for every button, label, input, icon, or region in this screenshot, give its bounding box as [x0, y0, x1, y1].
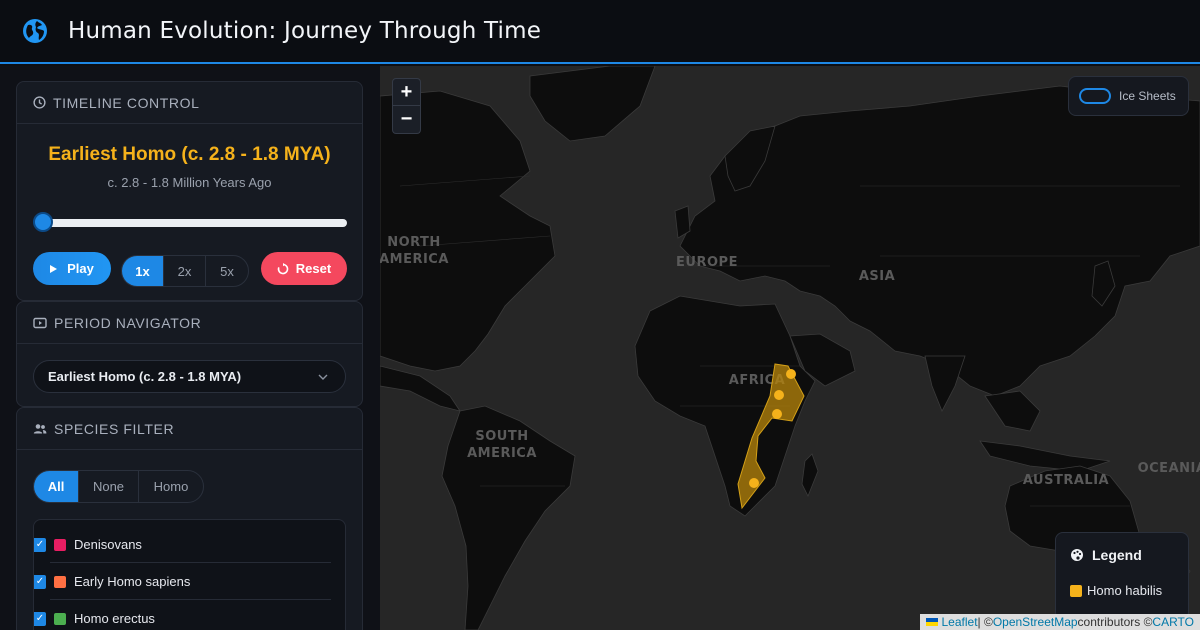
- attribution-sep: | ©: [977, 615, 993, 629]
- filter-none-button[interactable]: None: [79, 471, 139, 502]
- timeline-control-header: Timeline Control: [17, 82, 362, 124]
- toggle-switch[interactable]: [1079, 88, 1111, 104]
- speed-5x-button[interactable]: 5x: [206, 256, 248, 286]
- zoom-control: + −: [392, 78, 421, 134]
- legend-title-row: Legend: [1070, 547, 1174, 563]
- species-color-swatch: [54, 575, 66, 588]
- period-navigator-title: Period Navigator: [54, 314, 202, 331]
- species-item-denisovans[interactable]: ✓ Denisovans: [34, 526, 345, 563]
- species-item-homo-erectus[interactable]: ✓ Homo erectus: [34, 600, 345, 630]
- speed-1x-button[interactable]: 1x: [122, 256, 164, 286]
- fossil-site-marker[interactable]: [772, 409, 782, 419]
- period-navigator-panel: Period Navigator Earliest Homo (c. 2.8 -…: [16, 301, 363, 407]
- osm-link[interactable]: OpenStreetMap: [993, 615, 1078, 629]
- legend-title: Legend: [1092, 547, 1142, 563]
- species-label: Early Homo sapiens: [74, 574, 191, 589]
- species-filter-title: Species Filter: [54, 420, 175, 437]
- period-navigator-header: Period Navigator: [17, 302, 362, 344]
- checkbox-checked[interactable]: ✓: [34, 537, 46, 552]
- period-select[interactable]: Earliest Homo (c. 2.8 - 1.8 MYA): [33, 360, 346, 393]
- carto-link[interactable]: CARTO: [1152, 615, 1194, 629]
- species-filter-panel: Species Filter All None Homo ✓ Denisovan…: [16, 407, 363, 630]
- leaflet-link[interactable]: Leaflet: [942, 615, 978, 629]
- ukraine-flag-icon: [925, 618, 938, 626]
- attribution-contrib: contributors ©: [1077, 615, 1153, 629]
- species-quick-filter: All None Homo: [33, 470, 204, 503]
- timeline-control-title: Timeline Control: [53, 94, 200, 111]
- play-button[interactable]: Play: [33, 252, 111, 285]
- map-legend: Legend Homo habilis: [1055, 532, 1189, 620]
- play-icon: [50, 264, 58, 273]
- zoom-in-button[interactable]: +: [392, 78, 421, 106]
- speed-selector: 1x 2x 5x: [121, 255, 249, 287]
- users-icon: [33, 423, 47, 433]
- clock-icon: [33, 96, 46, 109]
- map-attribution: Leaflet | © OpenStreetMap contributors ©…: [919, 614, 1200, 630]
- slider-thumb[interactable]: [33, 212, 53, 232]
- fossil-site-marker[interactable]: [786, 369, 796, 379]
- palette-icon: [1071, 549, 1083, 561]
- species-label: Denisovans: [74, 537, 142, 552]
- legend-swatch: [1070, 584, 1082, 597]
- timeline-control-panel: Timeline Control Earliest Homo (c. 2.8 -…: [16, 81, 363, 301]
- fossil-site-marker[interactable]: [774, 390, 784, 400]
- species-filter-header: Species Filter: [17, 408, 362, 450]
- species-list: ✓ Denisovans ✓ Early Homo sapiens ✓ Homo…: [33, 519, 346, 630]
- globe-icon: [23, 19, 47, 43]
- checkbox-checked[interactable]: ✓: [34, 574, 46, 589]
- play-label: Play: [67, 261, 94, 276]
- species-color-swatch: [54, 538, 66, 551]
- film-icon: [33, 317, 47, 328]
- reset-label: Reset: [295, 261, 332, 276]
- period-subtitle: c. 2.8 - 1.8 Million Years Ago: [107, 175, 272, 190]
- reset-button[interactable]: Reset: [261, 252, 347, 285]
- speed-2x-button[interactable]: 2x: [164, 256, 206, 286]
- chevron-down-icon: [318, 374, 328, 380]
- homo-habilis-range[interactable]: [737, 363, 805, 510]
- sidebar: Timeline Control Earliest Homo (c. 2.8 -…: [0, 66, 380, 630]
- checkbox-checked[interactable]: ✓: [34, 611, 46, 626]
- ice-sheets-toggle[interactable]: Ice Sheets: [1068, 76, 1189, 116]
- world-map[interactable]: NORTH AMERICA EUROPE ASIA AFRICA SOUTH AME…: [380, 66, 1200, 630]
- legend-item: Homo habilis: [1070, 583, 1174, 598]
- species-label: Homo erectus: [74, 611, 155, 626]
- legend-item-label: Homo habilis: [1087, 583, 1163, 598]
- timeline-slider[interactable]: [33, 212, 347, 232]
- reset-icon: [277, 262, 289, 274]
- filter-homo-button[interactable]: Homo: [139, 471, 203, 502]
- species-item-early-homo-sapiens[interactable]: ✓ Early Homo sapiens: [34, 563, 345, 600]
- period-title: Earliest Homo (c. 2.8 - 1.8 MYA): [48, 144, 331, 165]
- page-title: Human Evolution: Journey Through Time: [68, 18, 542, 44]
- period-select-value: Earliest Homo (c. 2.8 - 1.8 MYA): [48, 369, 242, 384]
- filter-all-button[interactable]: All: [34, 471, 79, 502]
- species-color-swatch: [54, 612, 66, 625]
- ice-sheets-label: Ice Sheets: [1119, 89, 1176, 103]
- app-header: Human Evolution: Journey Through Time: [0, 0, 1200, 64]
- zoom-out-button[interactable]: −: [392, 106, 421, 134]
- fossil-site-marker[interactable]: [749, 478, 759, 488]
